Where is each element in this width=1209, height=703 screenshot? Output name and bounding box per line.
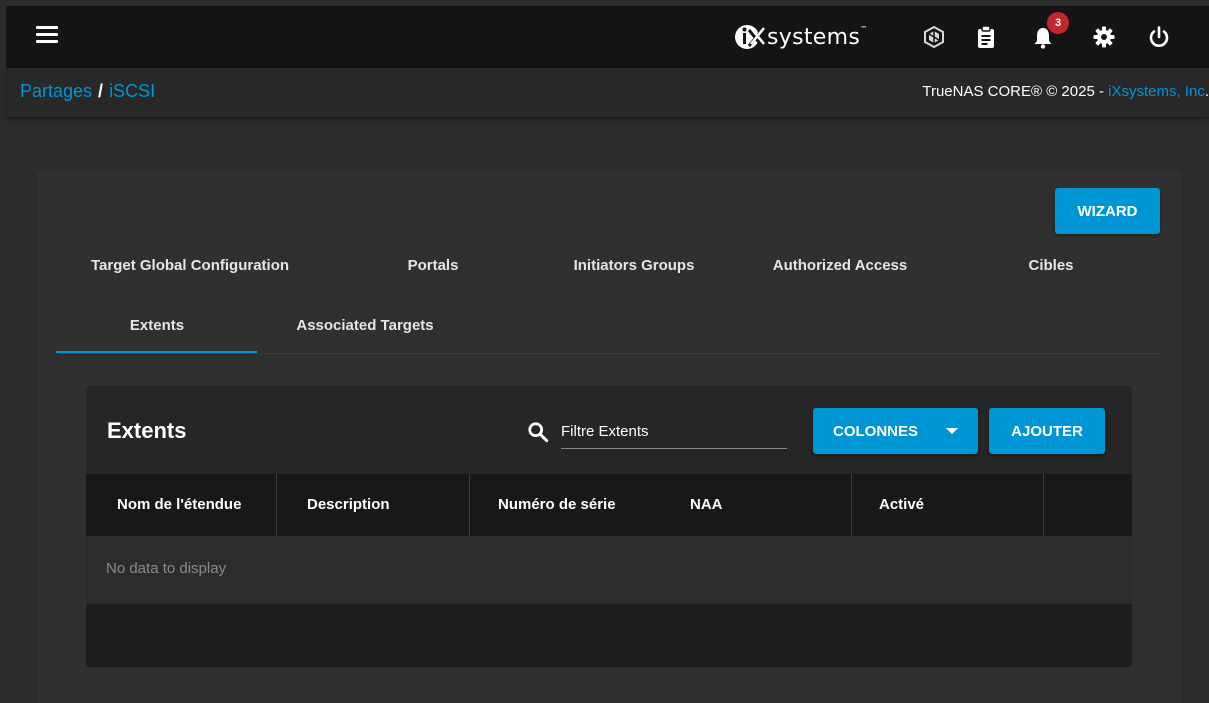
truecommand-icon[interactable] [922,25,946,49]
search-icon [528,422,549,443]
table-header-row: Nom de l'étendue Description Numéro de s… [86,474,1132,536]
breadcrumb-iscsi: iSCSI [109,81,156,101]
ix-logo-mark-icon [735,25,765,49]
copyright-suffix: . [1204,83,1209,100]
wizard-button[interactable]: WIZARD [1055,188,1160,234]
copyright-text: TrueNAS CORE® © 2025 - [922,83,1109,100]
tab-extents[interactable]: Extents [130,317,184,334]
column-separator [276,474,277,536]
extents-table-card: Extents COLONNES AJOUTER Nom de l'étendu… [86,386,1132,667]
column-header-enabled[interactable]: Activé [879,474,924,536]
column-header-name[interactable]: Nom de l'étendue [117,474,241,536]
column-separator [1043,474,1044,536]
table-toolbar: Extents COLONNES AJOUTER [86,386,1132,474]
tab-cibles[interactable]: Cibles [1028,257,1073,274]
company-link[interactable]: iXsystems, Inc [1108,83,1205,100]
table-footer [86,604,1132,667]
tab-portals[interactable]: Portals [408,257,459,274]
breadcrumb-bar: Partages / iSCSI TrueNAS CORE® © 2025 - iX… [6,68,1209,118]
breadcrumb-partages[interactable]: Partages [20,81,92,101]
empty-message: No data to display [106,560,227,577]
notification-badge: 3 [1047,12,1069,34]
menu-icon[interactable] [36,26,58,48]
columns-button-label: COLONNES [833,422,919,440]
power-icon[interactable] [1147,25,1171,49]
logo-text: systems™ [767,24,868,50]
add-button[interactable]: AJOUTER [989,408,1105,454]
active-tab-indicator [56,351,257,353]
table-empty-row: No data to display [86,536,1132,604]
column-header-serial[interactable]: Numéro de série [498,474,616,536]
column-separator [469,474,470,536]
gear-icon[interactable] [1092,25,1116,49]
iscsi-card: WIZARD Target Global Configuration Porta… [37,169,1181,703]
clipboard-icon[interactable] [974,25,998,49]
breadcrumb-separator: / [98,81,104,101]
columns-button[interactable]: COLONNES [813,408,978,454]
column-header-naa[interactable]: NAA [690,474,723,536]
table-title: Extents [107,418,187,443]
tab-divider [56,353,1160,354]
breadcrumb: Partages / iSCSI [20,81,155,102]
column-header-description[interactable]: Description [307,474,390,536]
caret-down-icon [946,428,958,434]
copyright: TrueNAS CORE® © 2025 - iXsystems, Inc. [922,83,1209,100]
tab-initiators-groups[interactable]: Initiators Groups [574,257,695,274]
tab-target-global-configuration[interactable]: Target Global Configuration [91,257,289,274]
tab-authorized-access[interactable]: Authorized Access [773,257,907,274]
search-input[interactable] [561,419,787,449]
tab-associated-targets[interactable]: Associated Targets [296,317,433,334]
column-separator [851,474,852,536]
top-bar: systems™ 3 [6,6,1209,68]
ixsystems-logo: systems™ [734,21,867,53]
